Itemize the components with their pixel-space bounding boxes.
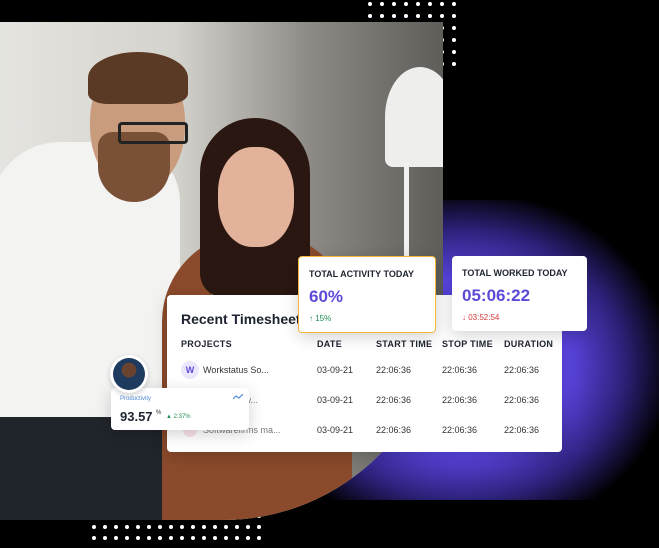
dot [452, 26, 456, 30]
kpi-value: 60% [309, 287, 344, 306]
row-duration: 22:06:36 [504, 395, 540, 405]
kpi-value: 05:06:22 [462, 286, 531, 305]
row-stop-time: 22:06:36 [442, 365, 478, 375]
dot [103, 536, 107, 540]
card-title: Recent Timesheets [181, 311, 309, 327]
productivity-card: Productivity 93.57 % ▲ 2.37% [111, 388, 249, 430]
dot [169, 525, 173, 529]
dot [452, 2, 456, 6]
dot [191, 525, 195, 529]
dot [380, 14, 384, 18]
productivity-delta: ▲ 2.37% [166, 414, 191, 420]
productivity-unit: % [156, 410, 162, 416]
man-pants [0, 417, 175, 520]
dot [440, 14, 444, 18]
dot [257, 536, 261, 540]
dot [392, 2, 396, 6]
kpi-delta-up: ↑ 15% [309, 314, 332, 323]
productivity-label: Productivity [120, 396, 152, 402]
dot [428, 14, 432, 18]
user-avatar [110, 355, 148, 393]
dot [202, 525, 206, 529]
man-hair [88, 52, 188, 104]
dot [404, 2, 408, 6]
woman-face [218, 147, 294, 247]
dot [180, 525, 184, 529]
column-header-date: DATE [317, 339, 343, 349]
lamp [385, 67, 443, 167]
row-date: 03-09-21 [317, 395, 354, 405]
dot [235, 536, 239, 540]
dot [392, 14, 396, 18]
dot [191, 536, 195, 540]
kpi-label: TOTAL ACTIVITY TODAY [309, 269, 415, 279]
dot [169, 536, 173, 540]
dot [368, 14, 372, 18]
dot [440, 2, 444, 6]
dot [147, 525, 151, 529]
kpi-delta-down: ↓ 03:52:54 [462, 313, 500, 322]
productivity-value: 93.57 [120, 409, 153, 424]
dot [125, 525, 129, 529]
dot [452, 38, 456, 42]
total-worked-card: TOTAL WORKED TODAY 05:06:22 ↓ 03:52:54 [452, 256, 587, 331]
dot [158, 525, 162, 529]
dot [452, 14, 456, 18]
dot [114, 536, 118, 540]
dot [125, 536, 129, 540]
total-activity-card: TOTAL ACTIVITY TODAY 60% ↑ 15% [298, 256, 436, 333]
dot [404, 14, 408, 18]
column-header-stop-time: STOP TIME [442, 339, 493, 349]
row-duration: 22:06:36 [504, 365, 540, 375]
column-header-duration: DURATION [504, 339, 554, 349]
dot [213, 525, 217, 529]
project-name[interactable]: Workstatus So... [203, 365, 269, 375]
dot [92, 525, 96, 529]
row-start-time: 22:06:36 [376, 365, 412, 375]
dot [147, 536, 151, 540]
dot [92, 536, 96, 540]
row-stop-time: 22:06:36 [442, 425, 478, 435]
dot [158, 536, 162, 540]
glasses [118, 122, 188, 144]
dot [103, 525, 107, 529]
dot [136, 525, 140, 529]
row-date: 03-09-21 [317, 365, 354, 375]
dot [246, 536, 250, 540]
dot [235, 525, 239, 529]
kpi-label: TOTAL WORKED TODAY [462, 268, 568, 278]
row-duration: 22:06:36 [504, 425, 540, 435]
dot [136, 536, 140, 540]
dot [180, 536, 184, 540]
dot [246, 525, 250, 529]
dot [416, 2, 420, 6]
row-date: 03-09-21 [317, 425, 354, 435]
row-stop-time: 22:06:36 [442, 395, 478, 405]
dot [114, 525, 118, 529]
dot [380, 2, 384, 6]
row-start-time: 22:06:36 [376, 425, 412, 435]
dot [257, 525, 261, 529]
column-header-start-time: START TIME [376, 339, 433, 349]
dot [452, 50, 456, 54]
project-badge: W [181, 361, 199, 379]
column-header-projects: PROJECTS [181, 339, 232, 349]
dot [452, 62, 456, 66]
row-start-time: 22:06:36 [376, 395, 412, 405]
dot [224, 536, 228, 540]
dot [416, 14, 420, 18]
dot [213, 536, 217, 540]
dot [428, 2, 432, 6]
avatar-image [113, 358, 145, 390]
dot [224, 525, 228, 529]
dot [368, 2, 372, 6]
dot [202, 536, 206, 540]
trend-up-icon [233, 394, 243, 400]
